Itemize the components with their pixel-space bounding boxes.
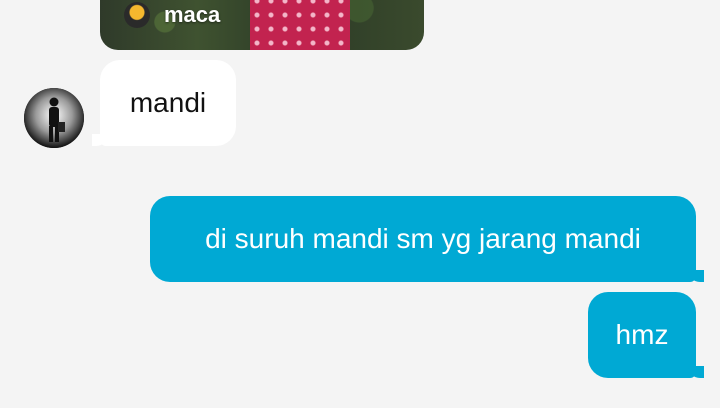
message-text: mandi	[129, 87, 207, 118]
message-bubble-outgoing[interactable]: di suruh mandi sm yg jarang mandi	[150, 196, 704, 282]
message-text: di suruh mandi sm yg jarang mandi	[205, 223, 641, 254]
media-thumbnail-subject	[250, 0, 350, 50]
shared-media-card[interactable]: maca	[100, 0, 424, 50]
creator-name: maca	[164, 2, 221, 27]
creator-icon	[124, 2, 150, 28]
message-text: hmz	[615, 319, 669, 350]
contact-avatar[interactable]	[24, 88, 84, 148]
message-bubble-outgoing[interactable]: hmz	[588, 292, 704, 378]
avatar-person-icon	[24, 88, 84, 148]
message-bubble-incoming[interactable]: mandi	[92, 60, 236, 146]
